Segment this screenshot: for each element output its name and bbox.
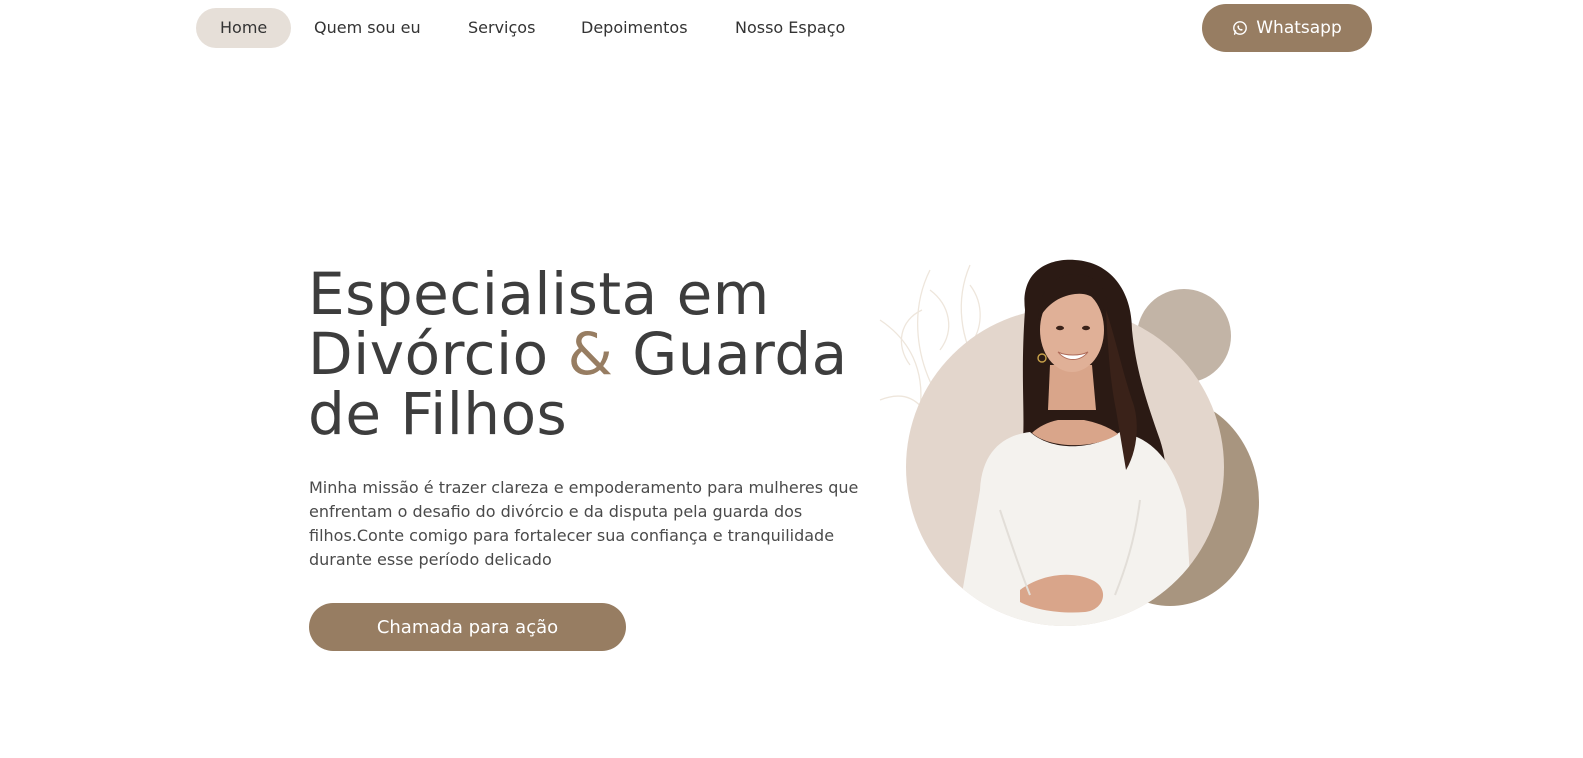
nav-item-quem-sou-eu[interactable]: Quem sou eu xyxy=(314,8,421,48)
hero-title-line1: Especialista em xyxy=(308,260,770,328)
nav-item-home[interactable]: Home xyxy=(196,8,292,48)
hero-portrait-composition xyxy=(870,250,1270,640)
hero-title: Especialista em Divórcio & Guarda de Filho… xyxy=(308,264,898,444)
hero-title-line2b: Guarda xyxy=(613,320,848,388)
hero-title-line3: de Filhos xyxy=(308,380,568,448)
hero-title-ampersand: & xyxy=(567,320,614,388)
nav-item-depoimentos[interactable]: Depoimentos xyxy=(581,8,688,48)
cta-button-label: Chamada para ação xyxy=(376,616,559,638)
nav-item-servicos[interactable]: Serviços xyxy=(468,8,535,48)
whatsapp-button-label: Whatsapp xyxy=(1256,18,1342,38)
hero-title-line2a: Divórcio xyxy=(308,320,568,388)
nav-item-nosso-espaco[interactable]: Nosso Espaço xyxy=(735,8,845,48)
whatsapp-icon xyxy=(1232,20,1248,36)
whatsapp-button[interactable]: Whatsapp xyxy=(1202,4,1372,52)
hero-description: Minha missão é trazer clareza e empodera… xyxy=(309,478,859,569)
cta-button[interactable]: Chamada para ação xyxy=(309,603,626,651)
top-navigation: Home Quem sou eu Serviços Depoimentos No… xyxy=(0,0,1583,56)
